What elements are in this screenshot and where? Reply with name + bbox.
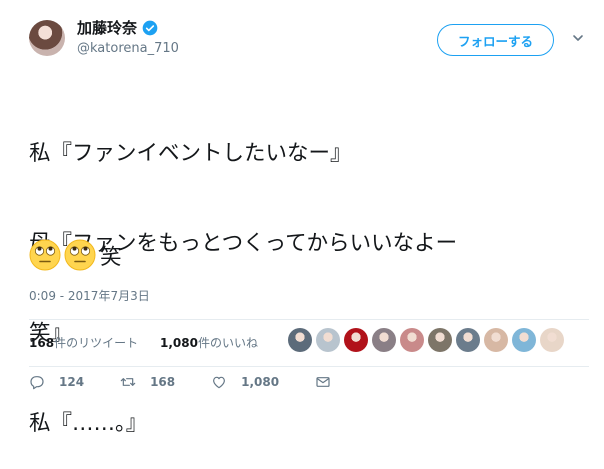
reply-icon bbox=[30, 376, 44, 390]
eye-roll-emoji-icon bbox=[64, 239, 96, 271]
emoji-suffix-text: 笑 bbox=[100, 244, 122, 270]
liker-avatars bbox=[288, 328, 568, 352]
liker-avatar[interactable] bbox=[344, 328, 368, 352]
liker-avatar[interactable] bbox=[316, 328, 340, 352]
retweet-stat-label: 件のリツイート bbox=[54, 336, 139, 350]
liker-avatar[interactable] bbox=[512, 328, 536, 352]
tweet-line: 私『……。』 bbox=[29, 411, 148, 436]
liker-avatar[interactable] bbox=[372, 328, 396, 352]
liker-avatar[interactable] bbox=[288, 328, 312, 352]
chevron-down-icon[interactable] bbox=[572, 32, 584, 44]
retweet-stat[interactable]: 168件のリツイート bbox=[29, 334, 138, 351]
like-button[interactable]: 1,080 bbox=[211, 374, 279, 390]
author-name-row[interactable]: 加藤玲奈 bbox=[77, 17, 158, 38]
retweet-icon bbox=[120, 378, 136, 386]
display-name[interactable]: 加藤玲奈 bbox=[77, 17, 137, 38]
liker-avatar[interactable] bbox=[456, 328, 480, 352]
tweet-actions: 124 168 1,080 bbox=[29, 374, 367, 390]
verified-badge-icon bbox=[142, 20, 158, 35]
tweet-line: 私『ファンイベントしたいなー』 bbox=[29, 141, 352, 166]
reply-button[interactable]: 124 bbox=[29, 374, 84, 390]
liker-avatar[interactable] bbox=[484, 328, 508, 352]
tweet-emoji-row: 笑 bbox=[29, 239, 122, 271]
retweet-count: 168 bbox=[150, 375, 176, 389]
retweet-button[interactable]: 168 bbox=[120, 374, 175, 390]
reply-count: 124 bbox=[59, 375, 85, 389]
liker-avatar[interactable] bbox=[428, 328, 452, 352]
avatar[interactable] bbox=[29, 20, 65, 56]
direct-message-button[interactable] bbox=[315, 374, 331, 390]
tweet-text: 私『ファンイベントしたいなー』 母『ファンをもっとつくってからいいなよー 笑』 … bbox=[29, 79, 589, 469]
follow-button[interactable]: フォローする bbox=[437, 24, 554, 56]
like-stat-label: 件のいいね bbox=[197, 336, 258, 350]
liker-avatar[interactable] bbox=[400, 328, 424, 352]
user-handle[interactable]: @katorena_710 bbox=[77, 41, 179, 56]
like-stat[interactable]: 1,080件のいいね bbox=[160, 334, 258, 351]
eye-roll-emoji-icon bbox=[29, 239, 61, 271]
tweet-header: 加藤玲奈 @katorena_710 フォローする bbox=[0, 0, 604, 70]
envelope-icon bbox=[316, 377, 330, 387]
heart-icon bbox=[213, 376, 226, 389]
divider bbox=[29, 366, 589, 367]
liker-avatar[interactable] bbox=[540, 328, 564, 352]
tweet-stats: 168件のリツイート 1,080件のいいね bbox=[29, 320, 589, 366]
retweet-stat-count: 168 bbox=[29, 336, 55, 350]
like-count: 1,080 bbox=[241, 375, 280, 389]
like-stat-count: 1,080 bbox=[160, 336, 198, 350]
tweet-timestamp[interactable]: 0:09 - 2017年7月3日 bbox=[29, 287, 150, 304]
